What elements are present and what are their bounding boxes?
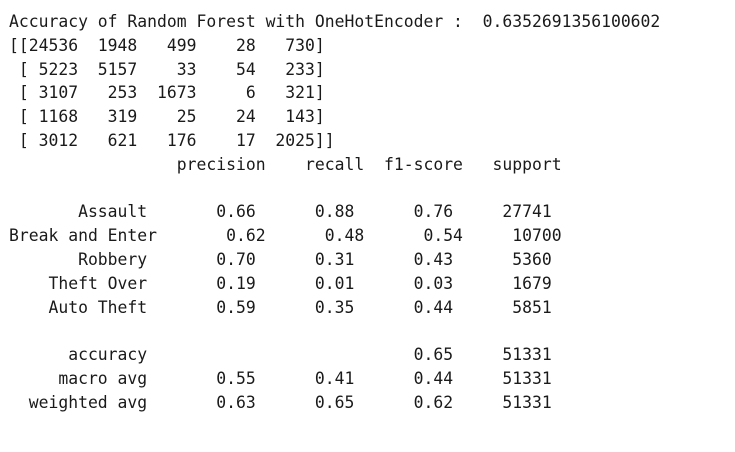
report-row-theft-over: Theft Over 0.19 0.01 0.03 1679 [9,273,552,293]
confusion-matrix-row-5: [ 3012 621 176 17 2025]] [9,130,335,150]
report-header: precision recall f1-score support [9,154,562,174]
report-row-assault: Assault 0.66 0.88 0.76 27741 [9,202,552,222]
report-row-accuracy: accuracy 0.65 51331 [9,345,552,365]
confusion-matrix-row-1: [[24536 1948 499 28 730] [9,35,325,55]
report-row-auto-theft: Auto Theft 0.59 0.35 0.44 5851 [9,297,552,317]
confusion-matrix-row-4: [ 1168 319 25 24 143] [9,107,325,127]
confusion-matrix-row-3: [ 3107 253 1673 6 321] [9,83,325,103]
report-row-macro-avg: macro avg 0.55 0.41 0.44 51331 [9,368,552,388]
report-row-break-and-enter: Break and Enter 0.62 0.48 0.54 10700 [9,226,562,246]
confusion-matrix-row-2: [ 5223 5157 33 54 233] [9,59,325,79]
console-output: Accuracy of Random Forest with OneHotEnc… [9,10,660,415]
accuracy-line: Accuracy of Random Forest with OneHotEnc… [9,12,661,31]
report-row-robbery: Robbery 0.70 0.31 0.43 5360 [9,249,552,269]
report-row-weighted-avg: weighted avg 0.63 0.65 0.62 51331 [9,392,552,412]
